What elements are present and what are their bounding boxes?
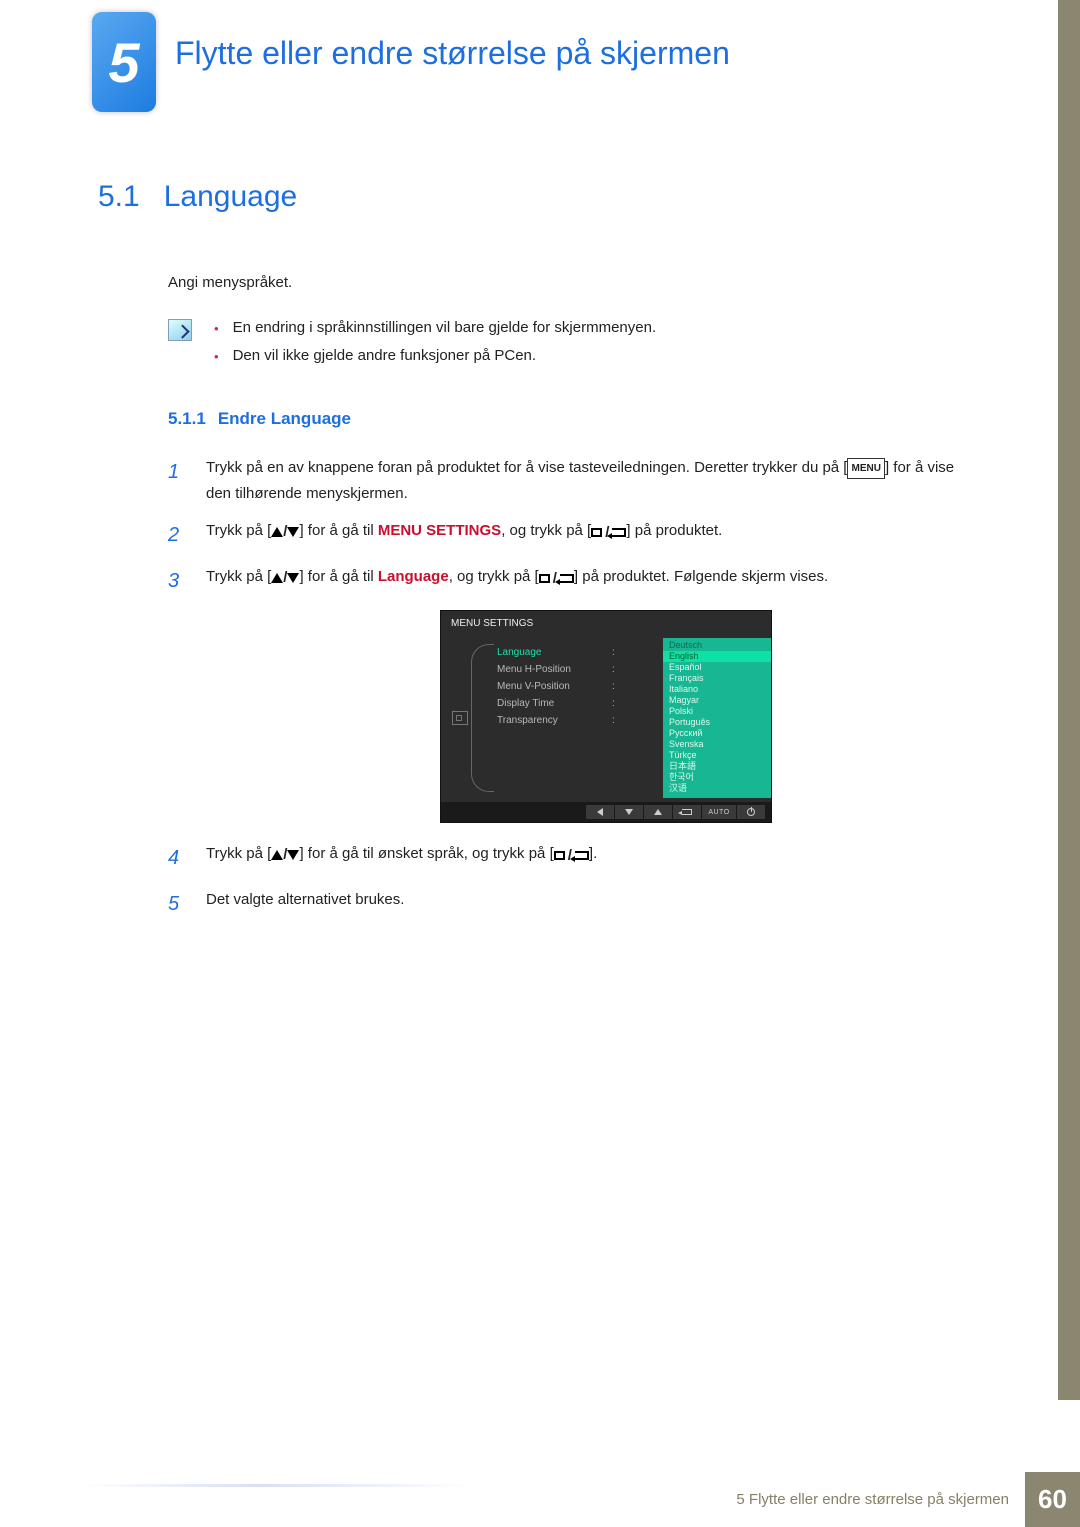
footer-chapter-label: 5 Flytte eller endre størrelse på skjerm…: [720, 1472, 1025, 1527]
footer-right: 5 Flytte eller endre størrelse på skjerm…: [720, 1472, 1080, 1527]
page-content: 5.1 Language Angi menyspråket. • En endr…: [98, 180, 978, 933]
up-down-icon: /: [271, 519, 299, 545]
step-number: 1: [168, 455, 186, 506]
step-5: 5 Det valgte alternativet brukes.: [168, 887, 978, 921]
osd-nav-enter-icon: [673, 805, 701, 819]
step-2: 2 Trykk på [/] for å gå til MENU SETTING…: [168, 518, 978, 552]
osd-menu-items: Language: Menu H-Position: Menu V-Positi…: [493, 638, 663, 798]
step-number: 3: [168, 564, 186, 598]
menu-settings-label: MENU SETTINGS: [378, 522, 501, 539]
section-title: Language: [164, 180, 297, 214]
note-text: Den vil ikke gjelde andre funksjoner på …: [233, 347, 537, 367]
osd-menu-row: Menu V-Position:: [497, 678, 663, 695]
osd-screenshot: MENU SETTINGS Language: Menu H-Position:…: [440, 610, 772, 823]
chapter-tab: 5: [92, 12, 156, 112]
osd-language-list: Deutsch English Español Français Italian…: [663, 638, 771, 798]
bullet-icon: •: [214, 347, 219, 367]
section-intro: Angi menyspråket.: [168, 274, 978, 291]
language-label: Language: [378, 568, 449, 585]
osd-language-option-selected: English: [663, 651, 771, 662]
chapter-number: 5: [108, 30, 139, 95]
section-heading: 5.1 Language: [98, 180, 978, 214]
section-number: 5.1: [98, 180, 140, 214]
note-block: • En endring i språkinnstillingen vil ba…: [168, 319, 978, 375]
enter-icon: /: [554, 843, 589, 869]
side-strip: [1058, 0, 1080, 1400]
note-list: • En endring i språkinnstillingen vil ba…: [214, 319, 656, 375]
menu-button-icon: MENU: [847, 458, 884, 479]
note-item: • Den vil ikke gjelde andre funksjoner p…: [214, 347, 656, 367]
osd-nav-bar: AUTO: [441, 802, 771, 822]
page-footer: 5 Flytte eller endre størrelse på skjerm…: [0, 1472, 1080, 1527]
osd-arc-decoration: [479, 638, 493, 798]
subsection-heading: 5.1.1 Endre Language: [168, 409, 978, 429]
bullet-icon: •: [214, 319, 219, 339]
note-icon: [168, 319, 192, 341]
osd-language-option: Polski: [663, 706, 771, 717]
step-list: 1 Trykk på en av knappene foran på produ…: [168, 455, 978, 921]
osd-menu-row: Display Time:: [497, 695, 663, 712]
osd-language-option: Español: [663, 662, 771, 673]
step-text: Trykk på [/] for å gå til ønsket språk, …: [206, 841, 978, 875]
enter-icon: /: [591, 520, 626, 546]
osd-category-icon: [452, 711, 468, 725]
osd-language-option: Français: [663, 673, 771, 684]
osd-language-option: Svenska: [663, 739, 771, 750]
step-text: Trykk på [/] for å gå til MENU SETTINGS,…: [206, 518, 978, 552]
page-number: 60: [1025, 1472, 1080, 1527]
osd-language-option: Deutsch: [663, 640, 771, 651]
note-text: En endring i språkinnstillingen vil bare…: [233, 319, 657, 339]
subsection-number: 5.1.1: [168, 409, 206, 429]
osd-language-option: Italiano: [663, 684, 771, 695]
osd-body: Language: Menu H-Position: Menu V-Positi…: [441, 636, 771, 802]
osd-language-option: 日本語: [663, 761, 771, 772]
osd-menu-row: Menu H-Position:: [497, 661, 663, 678]
osd-nav-up-icon: [644, 805, 672, 819]
osd-nav-down-icon: [615, 805, 643, 819]
step-1: 1 Trykk på en av knappene foran på produ…: [168, 455, 978, 506]
step-number: 2: [168, 518, 186, 552]
step-number: 5: [168, 887, 186, 921]
step-text: Trykk på en av knappene foran på produkt…: [206, 455, 978, 506]
step-4: 4 Trykk på [/] for å gå til ønsket språk…: [168, 841, 978, 875]
up-down-icon: /: [271, 842, 299, 868]
osd-language-option: Português: [663, 717, 771, 728]
step-text: Det valgte alternativet brukes.: [206, 887, 978, 921]
note-item: • En endring i språkinnstillingen vil ba…: [214, 319, 656, 339]
osd-nav-power-icon: [737, 805, 765, 819]
step-3: 3 Trykk på [/] for å gå til Language, og…: [168, 564, 978, 598]
up-down-icon: /: [271, 565, 299, 591]
enter-icon: /: [539, 566, 574, 592]
subsection-title: Endre Language: [218, 409, 351, 429]
step-text: Trykk på [/] for å gå til Language, og t…: [206, 564, 978, 598]
osd-menu-row: Language:: [497, 644, 663, 661]
osd-language-option: 한국어: [663, 772, 771, 783]
osd-language-option: Türkçe: [663, 750, 771, 761]
osd-language-option: 汉语: [663, 783, 771, 794]
osd-language-option: Magyar: [663, 695, 771, 706]
osd-language-option: Русский: [663, 728, 771, 739]
osd-nav-auto-label: AUTO: [702, 805, 736, 819]
osd-title: MENU SETTINGS: [441, 611, 771, 636]
step-number: 4: [168, 841, 186, 875]
chapter-title: Flytte eller endre størrelse på skjermen: [175, 35, 730, 72]
osd-nav-left-icon: [586, 805, 614, 819]
osd-menu-row: Transparency:: [497, 712, 663, 729]
